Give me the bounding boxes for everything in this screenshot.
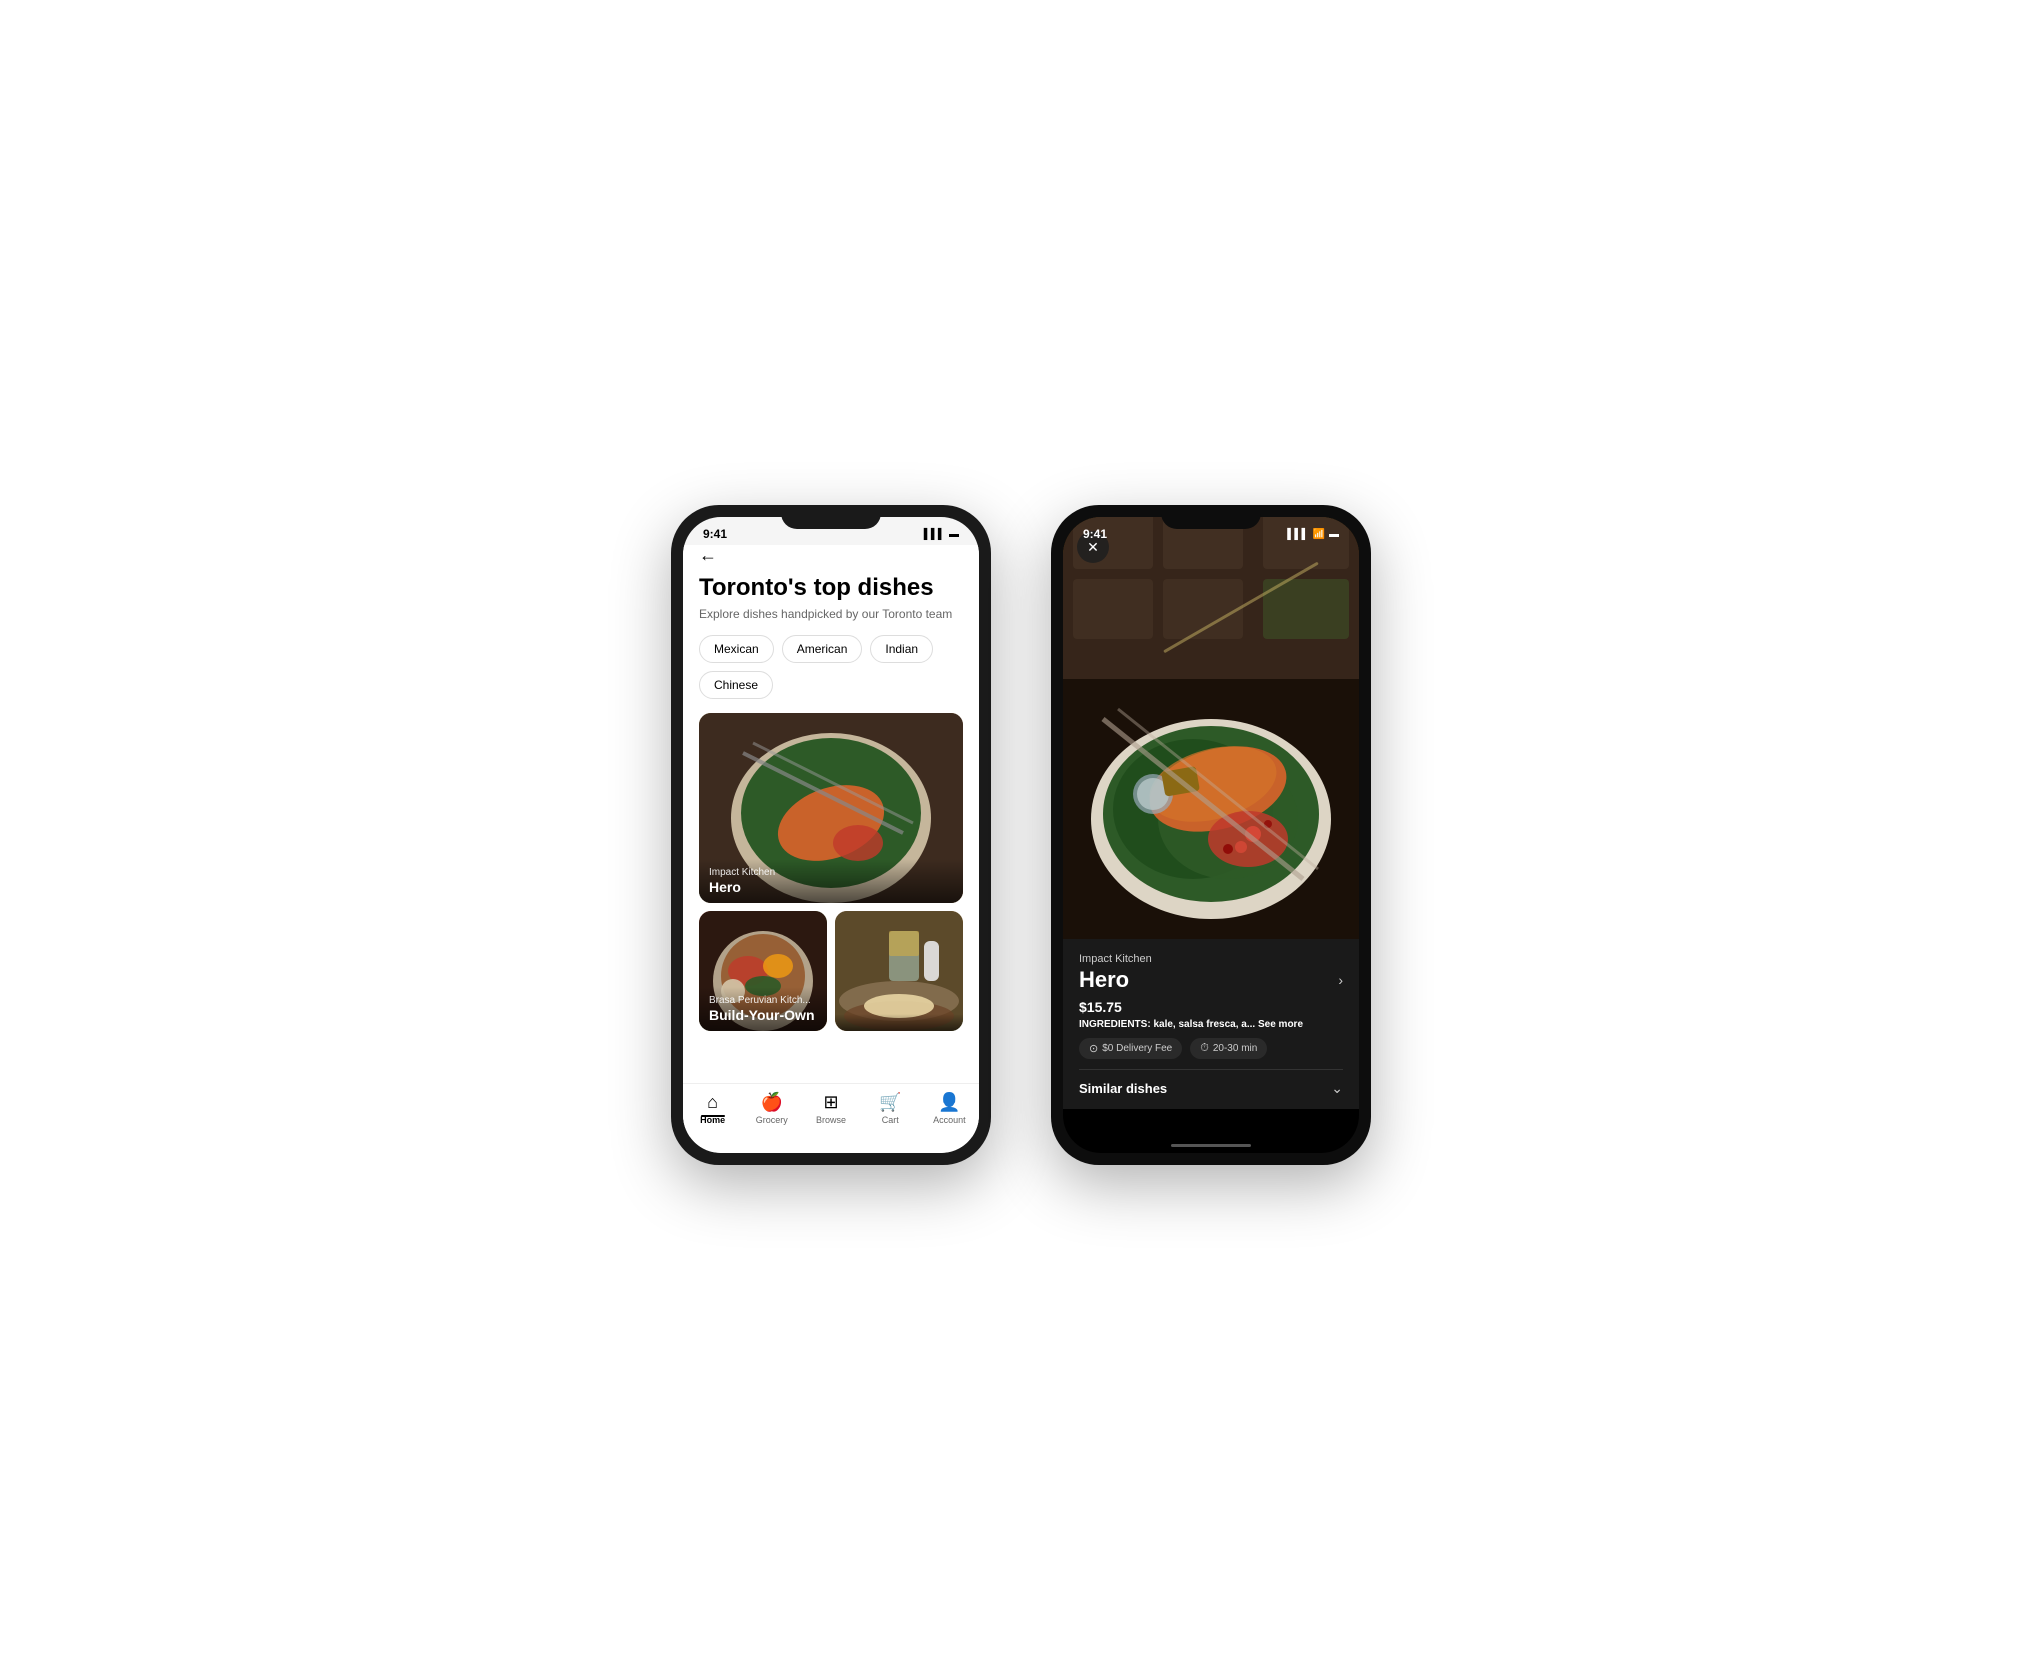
status-icons-2: ▌▌▌ 📶 ▬ (1287, 529, 1339, 540)
delivery-fee-badge: ⊙ $0 Delivery Fee (1079, 1038, 1182, 1059)
nav-active-indicator (701, 1115, 725, 1117)
nav-grocery-label: Grocery (756, 1115, 788, 1125)
dish-card-small-1[interactable]: Brasa Peruvian Kitch... Build-Your-Own (699, 911, 827, 1031)
delivery-time-badge: ⏱ 20-30 min (1190, 1038, 1267, 1059)
card-restaurant-small-1: Brasa Peruvian Kitch... (709, 995, 817, 1006)
notch-2 (1161, 505, 1261, 529)
detail-dish-name: Hero (1079, 967, 1129, 993)
page-subtitle: Explore dishes handpicked by our Toronto… (699, 607, 963, 621)
status-time-1: 9:41 (703, 527, 727, 541)
card-dish-small-1: Build-Your-Own (709, 1007, 817, 1023)
detail-price: $15.75 (1079, 999, 1343, 1015)
bottom-nav: ⌂ Home 🍎 Grocery ⊞ Browse 🛒 Cart 👤 Accou… (683, 1083, 979, 1153)
filter-chips: Mexican American Indian Chinese (699, 635, 963, 699)
nav-home[interactable]: ⌂ Home (683, 1092, 742, 1125)
card-overlay-small-2 (835, 1014, 963, 1031)
detail-dish-row: Hero › (1079, 967, 1343, 993)
phone-2: 9:41 ▌▌▌ 📶 ▬ (1051, 505, 1371, 1165)
delivery-fee-text: $0 Delivery Fee (1102, 1043, 1172, 1054)
page-title: Toronto's top dishes (699, 574, 963, 603)
grocery-icon: 🍎 (761, 1092, 783, 1113)
phone-1: 9:41 ▌▌▌ ▬ ← Toronto's top dishes Explor… (671, 505, 991, 1165)
nav-grocery[interactable]: 🍎 Grocery (742, 1092, 801, 1125)
dish-card-large[interactable]: Impact Kitchen Hero (699, 713, 963, 903)
nav-account-label: Account (933, 1115, 966, 1125)
similar-dishes-row[interactable]: Similar dishes ⌄ (1079, 1069, 1343, 1097)
signal-icon: ▌▌▌ (924, 529, 945, 540)
ingredients-label: INGREDIENTS: (1079, 1019, 1151, 1030)
account-icon: 👤 (938, 1092, 960, 1113)
nav-browse[interactable]: ⊞ Browse (801, 1092, 860, 1125)
chip-indian[interactable]: Indian (870, 635, 933, 663)
card-restaurant-large: Impact Kitchen (709, 867, 953, 878)
detail-badges: ⊙ $0 Delivery Fee ⏱ 20-30 min (1079, 1038, 1343, 1059)
nav-cart-label: Cart (882, 1115, 899, 1125)
see-more-link[interactable]: See more (1258, 1019, 1303, 1030)
screen-2: 9:41 ▌▌▌ 📶 ▬ (1063, 517, 1359, 1153)
notch-1 (781, 505, 881, 529)
similar-chevron-icon: ⌄ (1331, 1080, 1343, 1097)
ingredients-text: kale, salsa fresca, a... (1153, 1019, 1255, 1030)
time-icon: ⏱ (1200, 1042, 1209, 1055)
signal-icon-2: ▌▌▌ (1287, 529, 1308, 540)
card-overlay-small-1: Brasa Peruvian Kitch... Build-Your-Own (699, 987, 827, 1031)
nav-cart[interactable]: 🛒 Cart (861, 1092, 920, 1125)
home-icon: ⌂ (707, 1092, 718, 1113)
food-image-small-2 (835, 911, 963, 1031)
home-bar-2 (1171, 1144, 1251, 1147)
back-button[interactable]: ← (699, 545, 963, 566)
screen-1: 9:41 ▌▌▌ ▬ ← Toronto's top dishes Explor… (683, 517, 979, 1153)
nav-account[interactable]: 👤 Account (920, 1092, 979, 1125)
chip-chinese[interactable]: Chinese (699, 671, 773, 699)
chip-mexican[interactable]: Mexican (699, 635, 774, 663)
small-cards-row: Brasa Peruvian Kitch... Build-Your-Own (699, 911, 963, 1031)
dark-screen-content: ✕ Impact Kitchen Hero › $15.75 INGREDIEN… (1063, 517, 1359, 1109)
browse-icon: ⊞ (823, 1092, 838, 1113)
detail-ingredients: INGREDIENTS: kale, salsa fresca, a... Se… (1079, 1019, 1343, 1030)
chip-american[interactable]: American (782, 635, 863, 663)
battery-icon-2: ▬ (1329, 529, 1339, 540)
delivery-icon: ⊙ (1089, 1042, 1098, 1055)
detail-chevron-icon[interactable]: › (1338, 972, 1343, 988)
similar-dishes-label: Similar dishes (1079, 1081, 1167, 1096)
card-overlay-large: Impact Kitchen Hero (699, 859, 963, 903)
delivery-time-text: 20-30 min (1213, 1043, 1257, 1054)
screen-content-1: ← Toronto's top dishes Explore dishes ha… (683, 545, 979, 1137)
status-icons-1: ▌▌▌ ▬ (924, 529, 959, 540)
detail-restaurant: Impact Kitchen (1079, 953, 1343, 965)
food-detail-image: ✕ (1063, 517, 1359, 961)
status-time-2: 9:41 (1083, 527, 1107, 541)
detail-info-panel: Impact Kitchen Hero › $15.75 INGREDIENTS… (1063, 939, 1359, 1109)
card-dish-large: Hero (709, 879, 953, 895)
battery-icon: ▬ (949, 529, 959, 540)
cart-icon: 🛒 (879, 1092, 901, 1113)
wifi-icon: 📶 (1313, 529, 1325, 540)
nav-browse-label: Browse (816, 1115, 846, 1125)
dish-card-small-2[interactable] (835, 911, 963, 1031)
